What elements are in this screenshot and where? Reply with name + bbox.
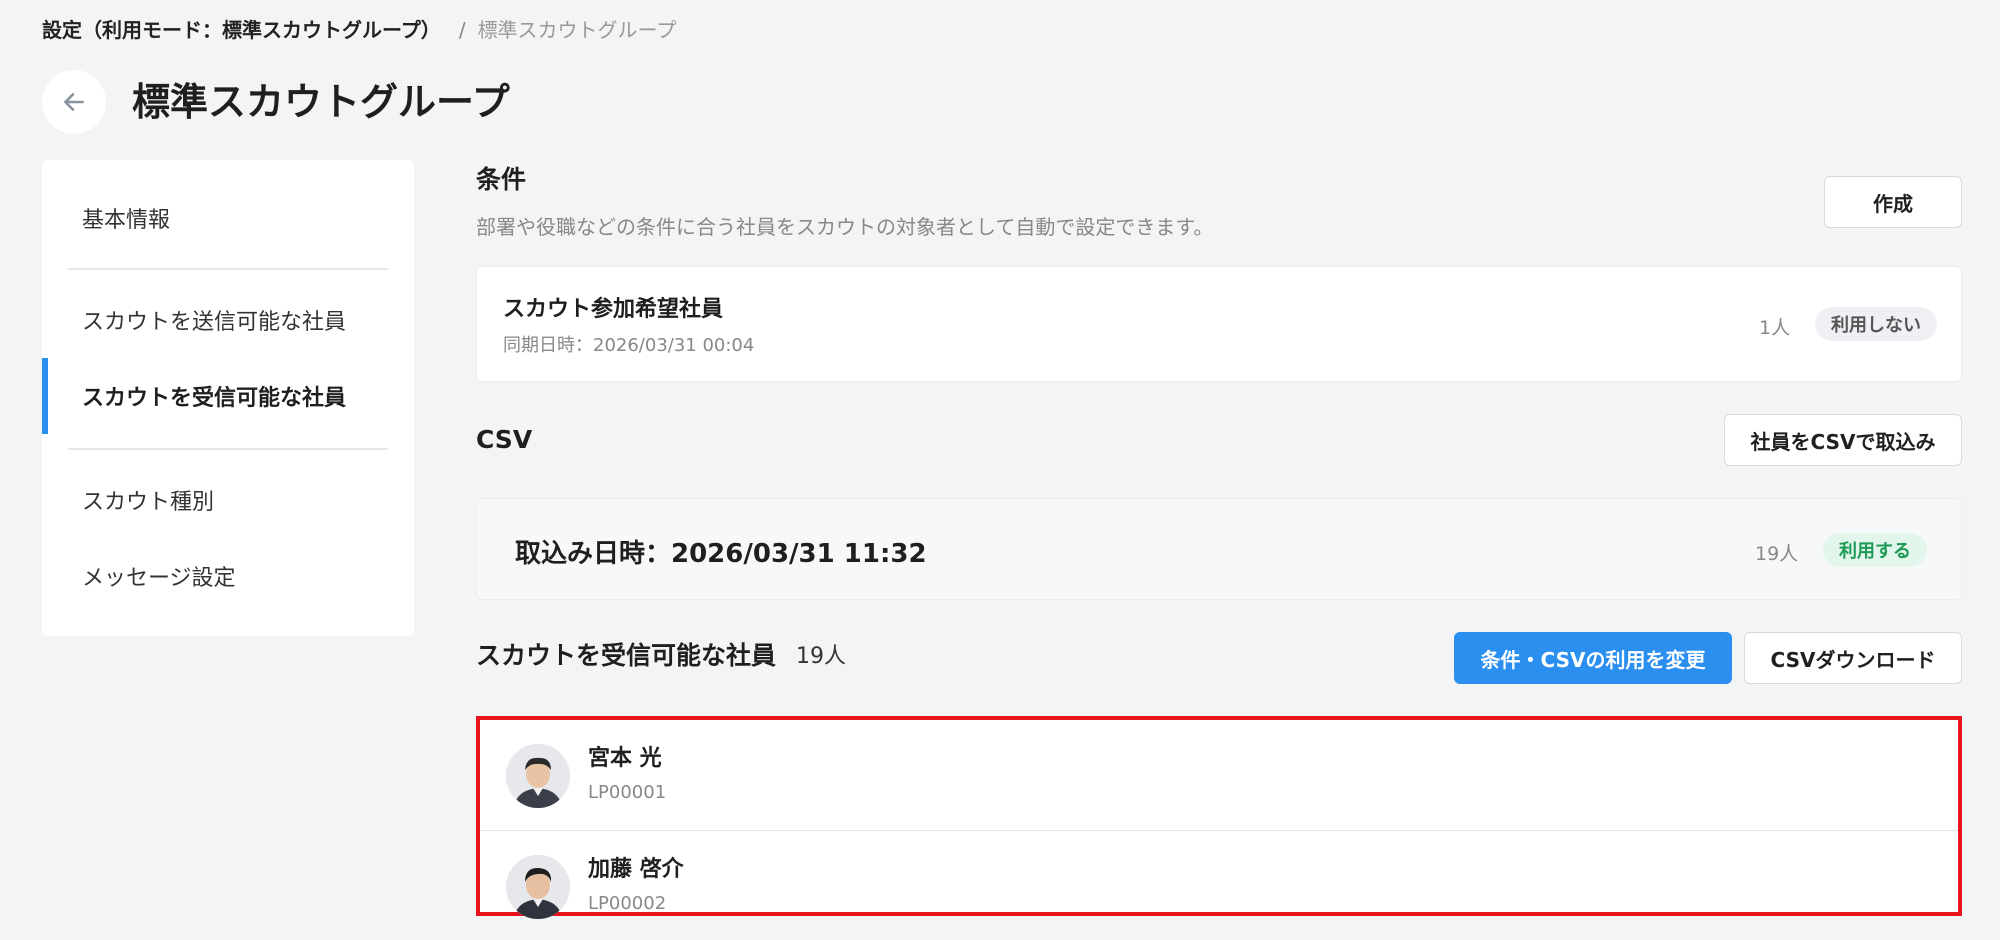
- sidebar-divider: [68, 448, 388, 450]
- condition-name: スカウト参加希望社員: [503, 297, 724, 322]
- condition-sync-time: 同期日時：2026/03/31 00:04: [503, 335, 755, 356]
- sidebar-item-senders[interactable]: スカウトを送信可能な社員: [42, 282, 414, 358]
- person-photo-icon: [506, 855, 570, 919]
- sidebar: 基本情報 スカウトを送信可能な社員 スカウトを受信可能な社員 スカウト種別 メッ…: [42, 160, 414, 636]
- breadcrumb-current: 標準スカウトグループ: [477, 18, 677, 42]
- import-csv-button[interactable]: 社員をCSVで取込み: [1724, 414, 1962, 466]
- employee-name: 加藤 啓介: [588, 857, 684, 882]
- conditions-description: 部署や役職などの条件に合う社員をスカウトの対象者として自動で設定できます。: [476, 215, 1214, 239]
- condition-card[interactable]: スカウト参加希望社員 同期日時：2026/03/31 00:04 1人 利用しな…: [476, 266, 1962, 382]
- change-usage-button[interactable]: 条件・CSVの利用を変更: [1454, 632, 1732, 684]
- csv-download-button[interactable]: CSVダウンロード: [1744, 632, 1962, 684]
- sidebar-item-receivers[interactable]: スカウトを受信可能な社員: [42, 358, 414, 434]
- avatar: [506, 744, 570, 808]
- list-item[interactable]: 宮本 光 LP00001: [480, 720, 1958, 830]
- arrow-left-icon: [64, 93, 84, 111]
- employee-name: 宮本 光: [588, 746, 662, 771]
- csv-count: 19人: [1755, 543, 1799, 565]
- back-button[interactable]: [42, 70, 106, 134]
- breadcrumb: 設定（利用モード：標準スカウトグループ） / 標準スカウトグループ: [42, 16, 676, 44]
- employee-list-title: スカウトを受信可能な社員: [476, 641, 777, 670]
- sidebar-item-message-settings[interactable]: メッセージ設定: [42, 538, 414, 614]
- csv-title: CSV: [476, 425, 533, 454]
- breadcrumb-root[interactable]: 設定（利用モード：標準スカウトグループ）: [42, 16, 441, 44]
- employee-count: 19人: [796, 644, 846, 669]
- employee-id: LP00002: [588, 893, 667, 914]
- employee-id: LP00001: [588, 782, 667, 803]
- sidebar-divider: [68, 268, 388, 270]
- create-condition-button[interactable]: 作成: [1824, 176, 1962, 228]
- status-badge: 利用しない: [1815, 307, 1937, 341]
- person-photo-icon: [506, 744, 570, 808]
- breadcrumb-separator: /: [458, 18, 466, 42]
- condition-count: 1人: [1759, 317, 1791, 339]
- avatar: [506, 855, 570, 919]
- conditions-title: 条件: [476, 165, 527, 194]
- sidebar-item-scout-type[interactable]: スカウト種別: [42, 462, 414, 538]
- employee-list: 宮本 光 LP00001 加藤 啓介 LP00002: [476, 716, 1962, 919]
- sidebar-item-basic-info[interactable]: 基本情報: [42, 180, 414, 256]
- csv-card[interactable]: 取込み日時：2026/03/31 11:32 19人 利用する: [476, 498, 1962, 600]
- status-badge: 利用する: [1823, 533, 1927, 567]
- csv-import-date: 取込み日時：2026/03/31 11:32: [515, 539, 927, 569]
- page-title: 標準スカウトグループ: [132, 80, 510, 124]
